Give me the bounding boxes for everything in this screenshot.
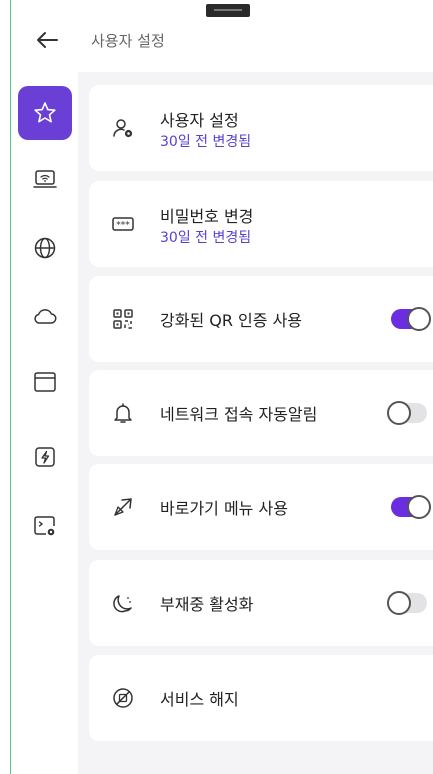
away-mode-toggle[interactable] [387,591,427,615]
sidebar-item-browser[interactable] [18,355,72,409]
cancel-service-label: 서비스 해지 [160,690,239,709]
flash-card-icon [35,447,55,467]
away-mode-card: 부재중 활성화 [89,560,433,646]
page-title: 사용자 설정 [91,32,165,50]
moon-icon [111,591,135,615]
window-grabber [206,4,250,17]
sidebar-item-power[interactable] [18,430,72,484]
browser-window-icon [34,372,56,392]
sidebar-item-cloud[interactable] [18,289,72,343]
sidebar-item-terminal[interactable] [18,499,72,553]
globe-icon [34,237,56,259]
user-settings-label: 사용자 설정 [160,111,239,130]
prohibited-icon [111,686,135,710]
shortcut-arrow-icon [111,495,135,519]
change-password-label: 비밀번호 변경 [160,207,254,226]
away-mode-label: 부재중 활성화 [160,595,254,614]
shortcut-menu-label: 바로가기 메뉴 사용 [160,499,288,518]
user-gear-icon [111,116,135,140]
settings-panel: 사용자 설정 30일 전 변경됨 *** 비밀번호 변경 30일 전 변경됨 강… [78,72,433,774]
password-icon: *** [111,212,135,236]
laptop-wifi-icon [33,170,57,188]
toggle-knob [387,591,411,615]
sidebar-item-device[interactable] [18,152,72,206]
qr-code-icon [111,307,135,331]
user-settings-changed: 30일 전 변경됨 [160,134,252,150]
network-alert-label: 네트워크 접속 자동알림 [160,405,318,424]
toggle-knob [407,495,431,519]
sidebar [11,72,78,774]
qr-auth-toggle[interactable] [391,307,431,331]
network-alert-card: 네트워크 접속 자동알림 [89,370,433,456]
svg-text:***: *** [116,221,130,231]
toggle-knob [407,307,431,331]
star-icon [34,102,56,123]
back-button[interactable] [33,26,61,54]
shortcut-menu-card: 바로가기 메뉴 사용 [89,464,433,550]
qr-auth-card: 강화된 QR 인증 사용 [89,276,433,362]
arrow-left-icon [37,32,58,48]
change-password-card[interactable]: *** 비밀번호 변경 30일 전 변경됨 [89,181,433,267]
sidebar-item-network[interactable] [18,221,72,275]
qr-auth-label: 강화된 QR 인증 사용 [160,311,303,330]
terminal-settings-icon [34,516,55,536]
bell-icon [111,401,135,425]
sidebar-item-favorites[interactable] [18,86,72,140]
cloud-icon [34,309,57,324]
cancel-service-card[interactable]: 서비스 해지 [89,655,433,741]
shortcut-menu-toggle[interactable] [391,495,431,519]
change-password-changed: 30일 전 변경됨 [160,230,252,246]
user-settings-card[interactable]: 사용자 설정 30일 전 변경됨 [89,85,433,171]
toggle-knob [387,401,411,425]
network-alert-toggle[interactable] [387,401,427,425]
